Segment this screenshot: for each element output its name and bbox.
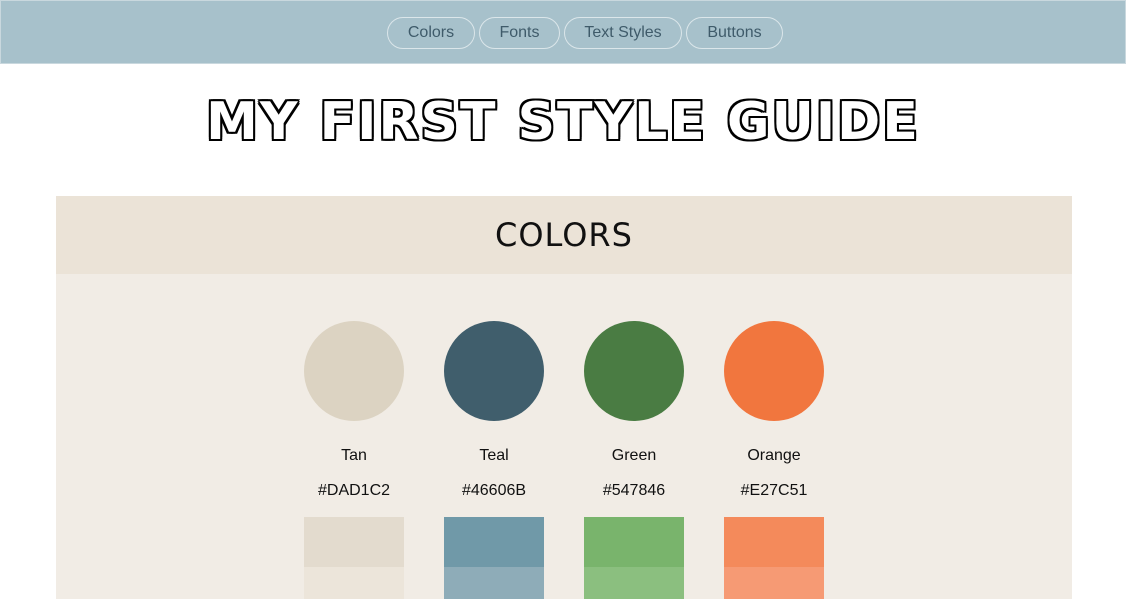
color-tint-bar <box>444 567 544 599</box>
color-hex: #547846 <box>602 482 666 499</box>
color-tint-bar <box>444 517 544 567</box>
color-name: Green <box>611 447 657 464</box>
color-tint-bar <box>304 517 404 567</box>
color-name: Teal <box>479 447 509 464</box>
color-tint-bar <box>304 567 404 599</box>
color-swatch-orange: Orange #E27C51 <box>724 321 824 599</box>
color-tint-bar <box>584 517 684 567</box>
color-tint-bar <box>724 567 824 599</box>
color-circle <box>444 321 544 421</box>
nav-colors-link[interactable]: Colors <box>387 17 475 49</box>
color-swatch-green: Green #547846 <box>584 321 684 599</box>
color-name: Orange <box>747 447 801 464</box>
color-circle <box>724 321 824 421</box>
nav-fonts-link[interactable]: Fonts <box>479 17 560 49</box>
colors-section: COLORS Tan #DAD1C2 Teal #46606B Green #5… <box>56 196 1072 599</box>
page-title-container: My First Style Guide <box>0 90 1126 154</box>
color-name: Tan <box>341 447 367 464</box>
color-tint-bar <box>584 567 684 599</box>
color-hex: #DAD1C2 <box>317 482 391 499</box>
colors-section-title: COLORS <box>495 216 633 254</box>
nav-buttons-link[interactable]: Buttons <box>686 17 783 49</box>
color-swatch-tan: Tan #DAD1C2 <box>304 321 404 599</box>
color-circle <box>304 321 404 421</box>
color-hex: #E27C51 <box>740 482 808 499</box>
color-swatch-teal: Teal #46606B <box>444 321 544 599</box>
colors-section-header: COLORS <box>56 196 1072 274</box>
nav-text-styles-link[interactable]: Text Styles <box>564 17 682 49</box>
top-nav: Colors Fonts Text Styles Buttons <box>0 0 1126 64</box>
color-hex: #46606B <box>461 482 527 499</box>
color-tint-bar <box>724 517 824 567</box>
page-title: My First Style Guide <box>206 92 920 152</box>
color-circle <box>584 321 684 421</box>
